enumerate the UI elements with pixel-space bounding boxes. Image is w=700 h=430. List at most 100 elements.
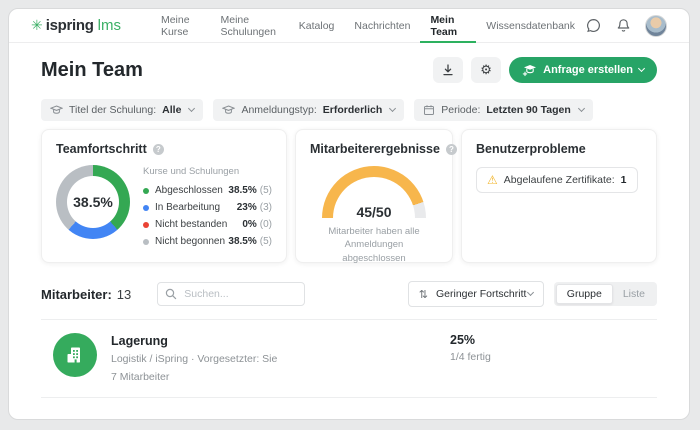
- legend-label: Nicht bestanden: [155, 219, 227, 230]
- employees-label: Mitarbeiter:: [41, 287, 112, 302]
- chevron-down-icon: [389, 105, 396, 112]
- notifications-button[interactable]: [615, 17, 632, 34]
- gear-icon: ⚙: [480, 62, 492, 78]
- filter-value: Alle: [162, 104, 181, 116]
- legend-count: (3): [260, 202, 272, 213]
- logo-brand-text: ispring: [46, 17, 94, 34]
- sort-dropdown[interactable]: ⇅ Geringer Fortschritt: [408, 281, 544, 307]
- gauge-caption: Mitarbeiter haben alle Anmeldungen abges…: [310, 225, 438, 265]
- download-report-button[interactable]: [433, 57, 463, 83]
- warning-icon: ⚠: [487, 174, 498, 186]
- view-toggle: Gruppe Liste: [554, 282, 657, 306]
- user-issues-card: Benutzerprobleme ⚠ Abgelaufene Zertifika…: [461, 129, 657, 263]
- header-actions: ⚙ Anfrage erstellen: [433, 57, 657, 83]
- employees-toolbar: Mitarbeiter: 13 ⇅ Geringer Fortschritt G…: [9, 263, 689, 307]
- graduation-cap-icon: [222, 105, 235, 116]
- filter-label: Periode:: [441, 104, 480, 116]
- group-members-count: 7 Mitarbeiter: [111, 371, 450, 383]
- employee-results-title: Mitarbeiterergebnisse: [310, 142, 440, 156]
- group-progress-detail: 1/4 fertig: [450, 351, 491, 363]
- group-meta: Logistik / iSpring · Vorgesetzter: Sie: [111, 353, 450, 365]
- legend-title: Kurse und Schulungen: [143, 166, 272, 177]
- help-icon[interactable]: ?: [153, 144, 164, 155]
- main-menu: Meine Kurse Meine Schulungen Katalog Nac…: [151, 9, 585, 43]
- sort-value: Geringer Fortschritt: [436, 288, 526, 300]
- ispring-logo[interactable]: ✳ ispring lms: [31, 17, 121, 34]
- nav-item-meine-kurse[interactable]: Meine Kurse: [151, 9, 211, 43]
- legend-dot: [143, 205, 149, 211]
- legend-dot: [143, 222, 149, 228]
- employees-count: 13: [117, 287, 131, 302]
- help-icon[interactable]: ?: [446, 144, 457, 155]
- legend-label: Abgeschlossen: [155, 185, 223, 196]
- legend-row-not-started: Nicht begonnen 38.5% (5): [143, 233, 272, 250]
- gauge-value-label: 45/50: [322, 204, 426, 218]
- legend-label: Nicht begonnen: [155, 236, 225, 247]
- chat-button[interactable]: [585, 17, 602, 34]
- search-input[interactable]: [157, 282, 305, 306]
- view-toggle-list[interactable]: Liste: [613, 284, 655, 304]
- search-box: [157, 282, 305, 306]
- legend-dot: [143, 188, 149, 194]
- nav-item-mein-team[interactable]: Mein Team: [420, 9, 476, 43]
- page-title: Mein Team: [41, 59, 143, 82]
- search-icon: [165, 288, 177, 300]
- user-avatar[interactable]: [645, 15, 667, 37]
- chevron-down-icon: [578, 105, 585, 112]
- team-progress-donut: 38.5%: [56, 165, 130, 239]
- page-header: Mein Team ⚙ Anfrage erstellen: [9, 43, 689, 89]
- expired-certificates-chip[interactable]: ⚠ Abgelaufene Zertifikate: 1: [476, 167, 638, 193]
- legend-count: (0): [260, 219, 272, 230]
- legend-count: (5): [260, 185, 272, 196]
- employee-results-card: Mitarbeiterergebnisse ? 45/50 Mitarbeite…: [295, 129, 453, 263]
- legend-label: In Bearbeitung: [155, 202, 220, 213]
- group-row-lagerung[interactable]: Lagerung Logistik / iSpring · Vorgesetzt…: [9, 320, 689, 383]
- legend-row-completed: Abgeschlossen 38.5% (5): [143, 182, 272, 199]
- ispring-logo-icon: ✳: [31, 17, 43, 34]
- legend-value: 23%: [237, 202, 257, 213]
- team-progress-title: Teamfortschritt: [56, 142, 147, 156]
- donut-legend: Kurse und Schulungen Abgeschlossen 38.5%…: [143, 166, 272, 250]
- issue-label: Abgelaufene Zertifikate:: [504, 174, 615, 186]
- create-request-button[interactable]: Anfrage erstellen: [509, 57, 657, 83]
- row-divider-bottom: [41, 397, 657, 398]
- filter-label: Anmeldungstyp:: [241, 104, 316, 116]
- top-navigation: ✳ ispring lms Meine Kurse Meine Schulung…: [9, 9, 689, 43]
- user-issues-title: Benutzerprobleme: [476, 142, 586, 156]
- employee-results-title-row: Mitarbeiterergebnisse ?: [310, 142, 438, 156]
- chevron-down-icon: [638, 65, 645, 72]
- nav-item-wissensdatenbank[interactable]: Wissensdatenbank: [476, 9, 585, 43]
- chat-icon: [585, 17, 602, 34]
- legend-count: (5): [260, 236, 272, 247]
- graduation-cap-plus-icon: [522, 64, 537, 77]
- issue-count: 1: [621, 174, 627, 186]
- employees-toolbar-right: ⇅ Geringer Fortschritt Gruppe Liste: [408, 281, 657, 307]
- filter-period[interactable]: Periode: Letzten 90 Tagen: [414, 99, 593, 121]
- create-request-label: Anfrage erstellen: [543, 64, 633, 76]
- chevron-down-icon: [188, 105, 195, 112]
- dashboard-cards: Teamfortschritt ? 38.5% Kurse und Schulu…: [9, 121, 689, 263]
- team-progress-card: Teamfortschritt ? 38.5% Kurse und Schulu…: [41, 129, 287, 263]
- legend-dot: [143, 239, 149, 245]
- nav-item-katalog[interactable]: Katalog: [289, 9, 345, 43]
- group-progress-percent: 25%: [450, 333, 491, 347]
- nav-item-meine-schulungen[interactable]: Meine Schulungen: [210, 9, 288, 43]
- group-name[interactable]: Lagerung: [111, 334, 450, 348]
- group-progress: 25% 1/4 fertig: [450, 333, 491, 363]
- filter-enrollment-type[interactable]: Anmeldungstyp: Erforderlich: [213, 99, 404, 121]
- download-icon: [441, 63, 455, 77]
- settings-button[interactable]: ⚙: [471, 57, 501, 83]
- legend-value: 38.5%: [228, 185, 256, 196]
- legend-row-failed: Nicht bestanden 0% (0): [143, 216, 272, 233]
- view-toggle-group[interactable]: Gruppe: [556, 284, 613, 304]
- filter-label: Titel der Schulung:: [69, 104, 156, 116]
- team-progress-title-row: Teamfortschritt ?: [56, 142, 272, 156]
- legend-value: 0%: [242, 219, 256, 230]
- filter-course-title[interactable]: Titel der Schulung: Alle: [41, 99, 203, 121]
- graduation-cap-icon: [50, 105, 63, 116]
- group-avatar: [53, 333, 97, 377]
- nav-item-nachrichten[interactable]: Nachrichten: [344, 9, 420, 43]
- user-issues-title-row: Benutzerprobleme: [476, 142, 642, 156]
- sort-arrows-icon: ⇅: [419, 288, 428, 301]
- logo-suffix-text: lms: [98, 17, 121, 34]
